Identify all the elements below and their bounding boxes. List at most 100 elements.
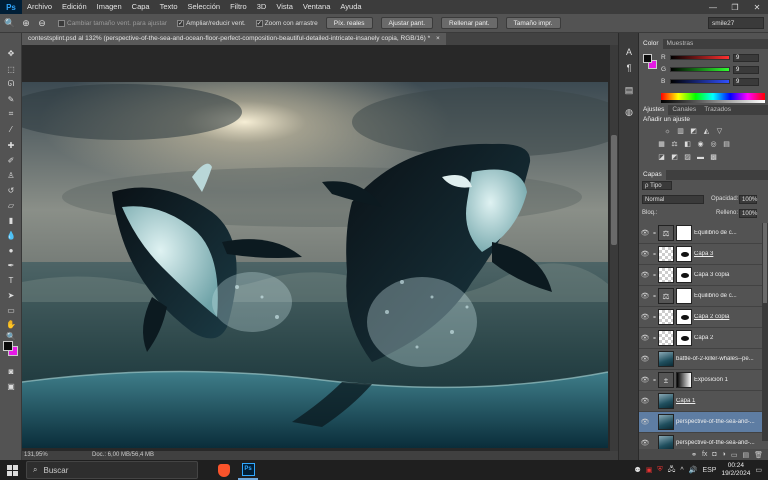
windows-start-button[interactable] bbox=[0, 460, 24, 480]
layer-row[interactable]: 👁 ⚭ Capa 3 copia bbox=[639, 265, 763, 286]
new-layer-icon[interactable]: ▤ bbox=[742, 451, 749, 459]
layer-style-icon[interactable]: fx bbox=[702, 451, 707, 458]
menu-texto[interactable]: Texto bbox=[155, 0, 183, 14]
layer-filter-kind-select[interactable]: ρ Tipo bbox=[642, 181, 672, 190]
app-tray-icon[interactable]: ▣ bbox=[646, 466, 653, 474]
scrubby-zoom-option[interactable]: ✓ Zoom con arrastre bbox=[255, 19, 318, 27]
layer-row[interactable]: 👁 ⚭ ⚖ Equilibrio de c... bbox=[639, 223, 763, 244]
fill-screen-button[interactable]: Rellenar pant. bbox=[441, 17, 498, 29]
blend-mode-select[interactable]: Normal bbox=[642, 195, 704, 204]
green-slider[interactable] bbox=[670, 67, 730, 72]
blur-tool-icon[interactable]: 💧 bbox=[4, 229, 18, 241]
crop-tool-icon[interactable]: ⌗ bbox=[4, 108, 18, 120]
layer-name[interactable]: Exposición 1 bbox=[694, 377, 763, 383]
people-icon[interactable]: ⚉ bbox=[634, 466, 640, 474]
tab-adjustments[interactable]: Ajustes bbox=[639, 105, 669, 115]
healing-brush-tool-icon[interactable]: ✚ bbox=[4, 139, 18, 151]
visibility-eye-icon[interactable]: 👁 bbox=[639, 334, 651, 342]
brush-tool-icon[interactable]: ✐ bbox=[4, 154, 18, 166]
channel-mixer-icon[interactable]: ◎ bbox=[709, 140, 718, 148]
layer-name[interactable]: perspective-of-the-sea-and-... bbox=[676, 440, 763, 446]
color-spectrum-bar[interactable] bbox=[661, 93, 765, 100]
clone-stamp-tool-icon[interactable]: ♙ bbox=[4, 169, 18, 181]
eraser-tool-icon[interactable]: ▱ bbox=[4, 199, 18, 211]
layer-mask-thumbnail[interactable] bbox=[676, 330, 692, 346]
selective-color-icon[interactable]: ▬ bbox=[696, 153, 705, 161]
history-brush-tool-icon[interactable]: ↺ bbox=[4, 184, 18, 196]
pen-tool-icon[interactable]: ✒ bbox=[4, 259, 18, 271]
layer-row[interactable]: 👁 perspective-of-the-sea-and-... bbox=[639, 412, 763, 433]
path-select-tool-icon[interactable]: ➤ bbox=[4, 289, 18, 301]
green-value-input[interactable]: 9 bbox=[733, 65, 759, 74]
fill-input[interactable]: 100% bbox=[739, 209, 757, 218]
layer-mask-thumbnail[interactable] bbox=[676, 267, 692, 283]
delete-layer-icon[interactable]: 🗑 bbox=[754, 451, 763, 459]
menu-ventana[interactable]: Ventana bbox=[298, 0, 336, 14]
eyedropper-tool-icon[interactable]: ⁄ bbox=[4, 123, 18, 135]
minimize-button[interactable]: — bbox=[702, 0, 724, 14]
visibility-eye-icon[interactable]: 👁 bbox=[639, 397, 651, 405]
curves-icon[interactable]: ◩ bbox=[689, 127, 698, 135]
close-button[interactable]: ✕ bbox=[746, 0, 768, 14]
paragraph-panel-icon[interactable]: ¶ bbox=[622, 61, 636, 75]
zoom-all-option[interactable]: ✓ Ampliar/reducir vent. bbox=[177, 19, 246, 27]
visibility-eye-icon[interactable]: 👁 bbox=[639, 418, 651, 426]
layer-row[interactable]: 👁 ⚭ ⚖ Equilibrio de c... bbox=[639, 286, 763, 307]
layer-name[interactable]: Equilibrio de c... bbox=[694, 293, 763, 299]
layer-row[interactable]: 👁 ⚭ Capa 2 bbox=[639, 328, 763, 349]
actual-pixels-button[interactable]: Píx. reales bbox=[325, 17, 373, 29]
layer-thumbnail[interactable] bbox=[658, 351, 674, 367]
layer-name[interactable]: Capa 3 copia bbox=[694, 272, 763, 278]
volume-icon[interactable]: 🔊 bbox=[689, 466, 698, 474]
layer-thumbnail[interactable] bbox=[658, 330, 674, 346]
move-tool-icon[interactable]: ✥ bbox=[4, 47, 18, 59]
layer-name[interactable]: battle-of-2-killer-whales--pe... bbox=[676, 356, 763, 362]
taskbar-search[interactable]: ⌕ Buscar bbox=[26, 461, 198, 479]
tab-color[interactable]: Color bbox=[639, 39, 663, 49]
quick-select-tool-icon[interactable]: ✎ bbox=[4, 93, 18, 105]
add-mask-icon[interactable]: ◘ bbox=[712, 451, 716, 458]
vibrance-icon[interactable]: ▽ bbox=[715, 127, 724, 135]
photo-filter-icon[interactable]: ◉ bbox=[696, 140, 705, 148]
menu-imagen[interactable]: Imagen bbox=[92, 0, 127, 14]
workspace-select[interactable]: smile27 bbox=[708, 17, 764, 29]
visibility-eye-icon[interactable]: 👁 bbox=[639, 355, 651, 363]
tab-swatches[interactable]: Muestras bbox=[663, 39, 698, 49]
threshold-icon[interactable]: ▨ bbox=[683, 153, 692, 161]
red-slider[interactable] bbox=[670, 55, 730, 60]
layer-row[interactable]: 👁 battle-of-2-killer-whales--pe... bbox=[639, 349, 763, 370]
character-panel-icon[interactable]: A bbox=[622, 45, 636, 59]
red-value-input[interactable]: 9 bbox=[733, 53, 759, 62]
chevron-up-icon[interactable]: ^ bbox=[680, 467, 683, 474]
brightness-contrast-icon[interactable]: ☼ bbox=[663, 127, 672, 135]
quick-mask-icon[interactable]: ◙ bbox=[4, 365, 18, 377]
layer-name[interactable]: perspective-of-the-sea-and-... bbox=[676, 419, 763, 425]
resize-windows-option[interactable]: Cambiar tamaño vent. para ajustar bbox=[58, 19, 167, 27]
type-tool-icon[interactable]: T bbox=[4, 274, 18, 286]
visibility-eye-icon[interactable]: 👁 bbox=[639, 229, 651, 237]
document-canvas[interactable] bbox=[22, 82, 608, 448]
print-size-button[interactable]: Tamaño impr. bbox=[505, 17, 561, 29]
checkbox-unchecked-icon[interactable] bbox=[58, 19, 65, 27]
fit-screen-button[interactable]: Ajustar pant. bbox=[380, 17, 434, 29]
menu-capa[interactable]: Capa bbox=[127, 0, 155, 14]
dodge-tool-icon[interactable]: ● bbox=[4, 244, 18, 256]
foreground-color-swatch[interactable] bbox=[3, 341, 13, 351]
layer-name[interactable]: Capa 3 bbox=[694, 251, 763, 257]
menu-filtro[interactable]: Filtro bbox=[225, 0, 252, 14]
blue-value-input[interactable]: 9 bbox=[733, 77, 759, 86]
layer-name[interactable]: Equilibrio de c... bbox=[694, 230, 763, 236]
color-lookup-icon[interactable]: ▤ bbox=[722, 140, 731, 148]
visibility-eye-icon[interactable]: 👁 bbox=[639, 292, 651, 300]
layer-row[interactable]: 👁 ⚭ Capa 3 bbox=[639, 244, 763, 265]
layer-thumbnail[interactable] bbox=[658, 246, 674, 262]
screen-mode-icon[interactable]: ▣ bbox=[4, 380, 18, 392]
layer-thumbnail[interactable] bbox=[658, 414, 674, 430]
visibility-eye-icon[interactable]: 👁 bbox=[639, 439, 651, 447]
opacity-input[interactable]: 100% bbox=[739, 195, 757, 204]
history-panel-icon[interactable]: ▤ bbox=[622, 83, 636, 97]
layers-scrollbar-thumb[interactable] bbox=[763, 223, 767, 303]
marquee-tool-icon[interactable]: ⬚ bbox=[4, 63, 18, 75]
zoom-in-icon[interactable]: ⊕ bbox=[20, 17, 32, 29]
photoshop-taskbar-icon[interactable]: Ps bbox=[238, 460, 258, 480]
